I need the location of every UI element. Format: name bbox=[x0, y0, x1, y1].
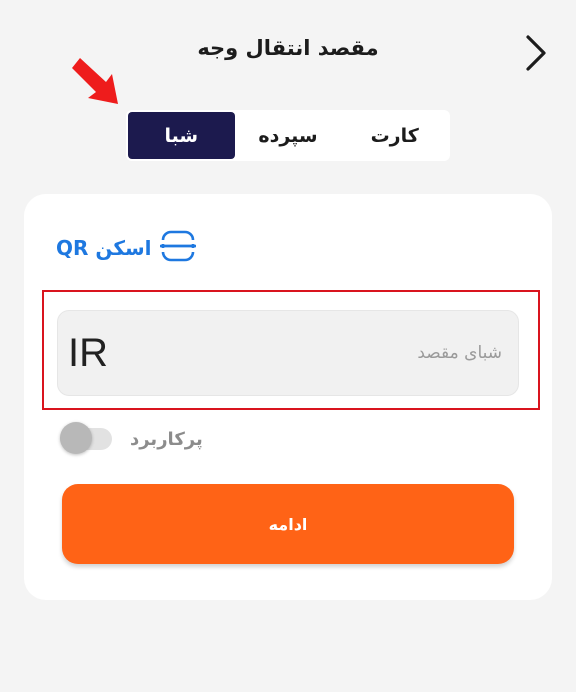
qr-scan-label: اسکن QR bbox=[56, 236, 152, 260]
sheba-input[interactable]: IR شبای مقصد bbox=[57, 310, 519, 396]
sheba-prefix: IR bbox=[68, 331, 108, 375]
back-button[interactable] bbox=[518, 34, 554, 76]
continue-label: ادامه bbox=[268, 514, 308, 534]
chevron-right-icon bbox=[524, 34, 548, 76]
red-arrow-icon bbox=[66, 56, 126, 108]
form-card: اسکن QR IR شبای مقصد پرکاربرد ادامه bbox=[24, 194, 552, 600]
tab-deposit[interactable]: سپرده bbox=[235, 112, 342, 159]
continue-button[interactable]: ادامه bbox=[62, 484, 514, 564]
transfer-type-tabs: کارت سپرده شبا bbox=[126, 110, 450, 161]
toggle-knob bbox=[60, 422, 92, 454]
frequent-toggle-row: پرکاربرد bbox=[60, 422, 203, 456]
frequent-toggle[interactable] bbox=[60, 422, 112, 454]
sheba-placeholder: شبای مقصد bbox=[417, 343, 502, 363]
qr-scan-button[interactable]: اسکن QR bbox=[56, 230, 196, 266]
tab-card[interactable]: کارت bbox=[341, 112, 448, 159]
frequent-toggle-label: پرکاربرد bbox=[130, 428, 203, 450]
tab-sheba[interactable]: شبا bbox=[127, 112, 235, 159]
qr-scan-icon bbox=[159, 229, 196, 267]
